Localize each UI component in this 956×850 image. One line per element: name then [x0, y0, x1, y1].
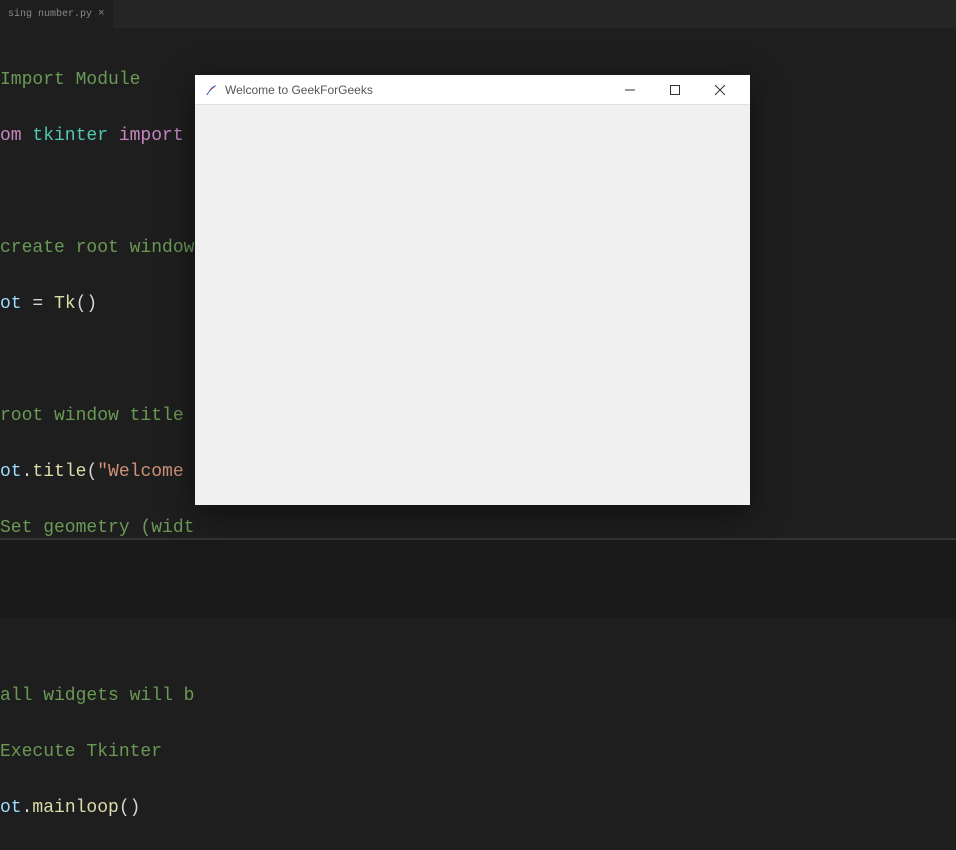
tk-feather-icon	[203, 82, 219, 98]
code-comment: Set geometry (widt	[0, 518, 194, 538]
code-identifier: ot	[0, 798, 22, 818]
code-operator: =	[32, 294, 54, 314]
code-method: title	[32, 462, 86, 482]
tab-filename: sing number.py	[8, 9, 92, 20]
tab-bar: sing number.py ×	[0, 0, 956, 28]
minimize-button[interactable]	[607, 76, 652, 104]
code-keyword: import	[108, 126, 194, 146]
code-method: mainloop	[32, 798, 118, 818]
bottom-bar	[0, 538, 956, 618]
window-title: Welcome to GeekForGeeks	[225, 83, 607, 97]
tkinter-window[interactable]: Welcome to GeekForGeeks	[195, 75, 750, 505]
code-identifier: ot	[0, 462, 22, 482]
code-comment: all widgets will b	[0, 686, 194, 706]
code-module: tkinter	[32, 126, 108, 146]
maximize-button[interactable]	[652, 76, 697, 104]
code-dot: .	[22, 798, 33, 818]
code-paren: ()	[119, 798, 141, 818]
code-comment: root window title	[0, 406, 194, 426]
code-function: Tk	[54, 294, 76, 314]
window-titlebar[interactable]: Welcome to GeekForGeeks	[195, 75, 750, 105]
window-controls	[607, 76, 742, 104]
code-keyword: om	[0, 126, 32, 146]
editor-tab[interactable]: sing number.py ×	[0, 0, 113, 28]
code-dot: .	[22, 462, 33, 482]
code-comment: Execute Tkinter	[0, 742, 162, 762]
code-string: "Welcome	[97, 462, 194, 482]
close-button[interactable]	[697, 76, 742, 104]
code-punctuation: ()	[76, 294, 98, 314]
code-paren: (	[86, 462, 97, 482]
code-identifier: ot	[0, 294, 32, 314]
code-comment: create root window	[0, 238, 194, 258]
code-comment: Import Module	[0, 70, 140, 90]
tkinter-content-area	[195, 105, 750, 505]
tab-close-icon[interactable]: ×	[98, 8, 105, 20]
